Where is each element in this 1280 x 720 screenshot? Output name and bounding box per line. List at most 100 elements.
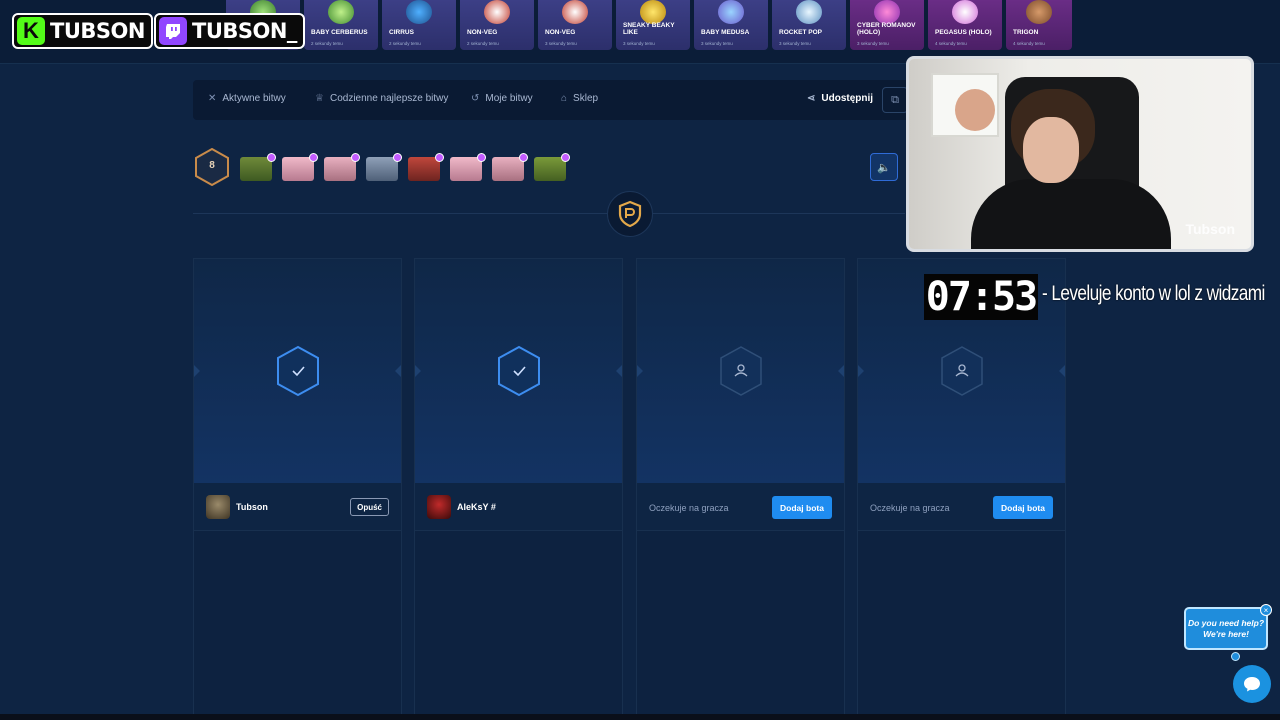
add-bot-button[interactable]: Dodaj bota	[993, 496, 1053, 519]
item-image	[406, 0, 432, 24]
drop-item[interactable]: CYBER ROMANOV (HOLO) 3 sekundy temu	[850, 0, 924, 50]
slot-items-area	[415, 531, 622, 720]
share-icon: ⋖	[807, 93, 816, 104]
drop-time: 4 sekundy temu	[1013, 41, 1045, 46]
chat-icon	[1244, 677, 1260, 692]
battle-nav-bar: ✕ Aktywne bitwy ♕ Codzienne najlepsze bi…	[193, 80, 913, 120]
copy-icon: ⧉	[891, 93, 899, 106]
reel-pointer-right	[616, 365, 622, 377]
case-icon[interactable]	[492, 153, 528, 181]
drop-time: 3 sekundy temu	[623, 41, 655, 46]
help-line-2: We're here!	[1203, 628, 1249, 639]
ready-check-icon	[277, 345, 319, 397]
item-image	[484, 0, 510, 24]
drop-time: 3 sekundy temu	[857, 41, 889, 46]
drop-name: ROCKET POP	[779, 29, 822, 36]
case-icon[interactable]	[240, 153, 276, 181]
shield-logo-icon	[618, 200, 642, 228]
avatar	[206, 495, 230, 519]
timer-value: 07:53	[925, 274, 1038, 320]
drop-item[interactable]: BABY CERBERUS 2 sekundy temu	[304, 0, 378, 50]
player-slot-1: Tubson Opuść	[193, 258, 402, 720]
item-image	[952, 0, 978, 24]
player-row: AleKsY #	[415, 483, 622, 531]
kick-overlay: K TUBSON	[12, 13, 153, 49]
player-row: Tubson Opuść	[194, 483, 401, 531]
waiting-text: Oczekuje na gracza	[870, 503, 950, 513]
drop-item[interactable]: BABY MEDUSA 3 sekundy temu	[694, 0, 768, 50]
nav-active-battles[interactable]: ✕ Aktywne bitwy	[208, 93, 286, 104]
reel-pointer-left	[194, 365, 200, 377]
player-name: AleKsY #	[457, 502, 496, 512]
share-label: Udostępnij	[821, 93, 874, 104]
drop-item[interactable]: TRIGON 4 sekundy temu	[1006, 0, 1072, 50]
nav-shop[interactable]: ⌂ Sklep	[561, 93, 598, 104]
history-icon: ↺	[471, 93, 480, 104]
drop-time: 2 sekundy temu	[389, 41, 421, 46]
drop-name: NON-VEG	[545, 29, 576, 36]
drop-time: 2 sekundy temu	[311, 41, 343, 46]
nav-label: Aktywne bitwy	[222, 93, 286, 104]
drop-time: 3 sekundy temu	[545, 41, 577, 46]
player-row: Oczekuje na gracza Dodaj bota	[637, 483, 844, 531]
case-icon[interactable]	[366, 153, 402, 181]
reel-pointer-right	[395, 365, 401, 377]
drop-name: CIRRUS	[389, 29, 414, 36]
drop-time: 3 sekundy temu	[779, 41, 811, 46]
drop-time: 3 sekundy temu	[701, 41, 733, 46]
battle-emblem	[607, 191, 653, 237]
drop-name: BABY CERBERUS	[311, 29, 368, 36]
nav-label: Moje bitwy	[485, 93, 533, 104]
drop-item[interactable]: NON-VEG 2 sekundy temu	[460, 0, 534, 50]
close-icon[interactable]: ×	[1260, 604, 1272, 616]
item-image	[640, 0, 666, 24]
share-button[interactable]: ⋖ Udostępnij	[807, 93, 873, 104]
user-placeholder-icon	[941, 346, 983, 396]
item-image	[1026, 0, 1052, 24]
round-count: 8	[209, 160, 215, 171]
crossed-swords-icon: ✕	[208, 93, 217, 104]
drop-name: CYBER ROMANOV (HOLO)	[857, 22, 916, 36]
waiting-text: Oczekuje na gracza	[649, 503, 729, 513]
reel-pointer-right	[1059, 365, 1065, 377]
player-slot-3: Oczekuje na gracza Dodaj bota	[636, 258, 845, 720]
drop-time: 2 sekundy temu	[467, 41, 499, 46]
chat-button[interactable]	[1233, 665, 1271, 703]
nav-label: Codzienne najlepsze bitwy	[329, 93, 449, 104]
case-icon[interactable]	[450, 153, 486, 181]
drop-item[interactable]: PEGASUS (HOLO) 4 sekundy temu	[928, 0, 1002, 50]
webcam-brand: Tubson	[1185, 221, 1235, 237]
add-bot-button[interactable]: Dodaj bota	[772, 496, 832, 519]
drop-item[interactable]: SNEAKY BEAKY LIKE 3 sekundy temu	[616, 0, 690, 50]
drop-item[interactable]: NON-VEG 3 sekundy temu	[538, 0, 612, 50]
bottom-edge	[0, 714, 1280, 720]
trophy-icon: ♕	[315, 93, 324, 104]
drop-item[interactable]: CIRRUS 2 sekundy temu	[382, 0, 456, 50]
item-image	[874, 0, 900, 24]
leave-button[interactable]: Opuść	[350, 498, 389, 516]
nav-my-battles[interactable]: ↺ Moje bitwy	[471, 93, 533, 104]
player-row: Oczekuje na gracza Dodaj bota	[858, 483, 1065, 531]
webcam-overlay: Tubson	[906, 56, 1254, 252]
drop-name: NON-VEG	[467, 29, 498, 36]
copy-link-button[interactable]: ⧉	[882, 87, 908, 113]
twitch-username: TUBSON_	[192, 19, 297, 43]
drop-name: BABY MEDUSA	[701, 29, 750, 36]
user-placeholder-icon	[720, 346, 762, 396]
drop-item[interactable]: ROCKET POP 3 sekundy temu	[772, 0, 846, 50]
drop-name: TRIGON	[1013, 29, 1039, 36]
case-icon[interactable]	[408, 153, 444, 181]
nav-daily-best[interactable]: ♕ Codzienne najlepsze bitwy	[315, 93, 448, 104]
stream-timer: 07:53	[924, 274, 1038, 320]
sound-toggle-button[interactable]: 🔈	[870, 153, 898, 181]
drop-name: SNEAKY BEAKY LIKE	[623, 22, 675, 36]
avatar	[427, 495, 451, 519]
case-icon[interactable]	[534, 153, 570, 181]
item-image	[328, 0, 354, 24]
help-line-1: Do you need help?	[1187, 617, 1265, 628]
case-icon[interactable]	[324, 153, 360, 181]
slot-items-area	[637, 531, 844, 720]
help-bubble[interactable]: Do you need help? We're here!	[1184, 607, 1268, 650]
case-icon[interactable]	[282, 153, 318, 181]
help-pointer	[1231, 652, 1240, 661]
